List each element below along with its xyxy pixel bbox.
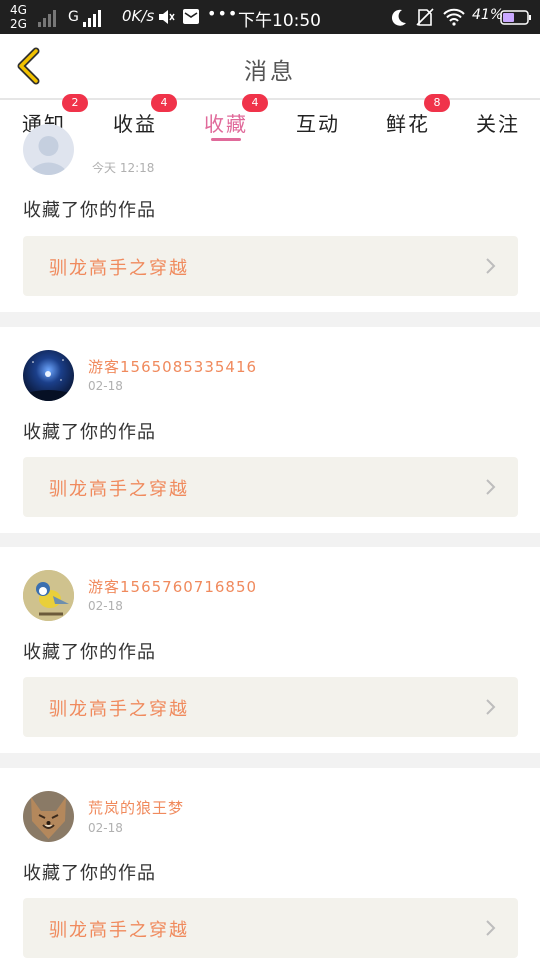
moon-icon xyxy=(391,9,406,26)
chevron-right-icon xyxy=(486,920,496,936)
battery-icon xyxy=(500,10,531,25)
chevron-right-icon xyxy=(486,479,496,495)
username[interactable]: 游客1565085335416 xyxy=(88,356,257,377)
message-card: 游客1565085335416 02-18 收藏了你的作品 驯龙高手之穿越 xyxy=(0,327,540,533)
signal-icon-2 xyxy=(83,9,101,27)
wolf-avatar[interactable] xyxy=(23,791,74,842)
network-speed: 0K/s xyxy=(122,7,155,25)
message-action: 收藏了你的作品 xyxy=(23,642,156,663)
notifications-badge: 2 xyxy=(62,94,88,112)
message-action: 收藏了你的作品 xyxy=(23,200,156,221)
network-4g-label: 4G xyxy=(10,3,27,17)
earnings-badge: 4 xyxy=(151,94,177,112)
page-title: 消息 xyxy=(244,59,296,85)
work-title: 驯龙高手之穿越 xyxy=(49,699,189,720)
battery-percent: 41% xyxy=(472,7,504,23)
signal-icon-1 xyxy=(38,9,56,27)
username[interactable]: 游客1565760716850 xyxy=(88,576,257,597)
wifi-icon xyxy=(443,8,465,26)
message-date: 02-18 xyxy=(88,379,123,393)
bird-avatar[interactable] xyxy=(23,570,74,621)
work-link[interactable]: 驯龙高手之穿越 xyxy=(23,898,518,958)
chevron-right-icon xyxy=(486,258,496,274)
network-2g-label: 2G xyxy=(10,17,27,31)
message-date: 02-18 xyxy=(88,821,123,835)
favorites-badge: 4 xyxy=(242,94,268,112)
more-dots: ••• xyxy=(207,4,239,23)
username[interactable]: 荒岚的狼王梦 xyxy=(88,797,184,818)
network-type: 4G 2G xyxy=(10,3,27,31)
message-date: 今天 12:18 xyxy=(92,161,155,175)
tab-bar: 通知 2 收益 4 收藏 4 互动 鲜花 8 关注 xyxy=(0,94,540,144)
active-tab-indicator xyxy=(211,138,241,141)
status-bar: 4G 2G G 0K/s ••• 下午10:50 41% xyxy=(0,0,540,34)
work-title: 驯龙高手之穿越 xyxy=(49,258,189,279)
message-card: 荒岚的狼王梦 02-18 收藏了你的作品 驯龙高手之穿越 xyxy=(0,768,540,960)
tab-following[interactable]: 关注 xyxy=(476,108,520,137)
tab-earnings[interactable]: 收益 xyxy=(113,108,157,137)
network-g-label: G xyxy=(68,9,79,25)
message-action: 收藏了你的作品 xyxy=(23,863,156,884)
message-card: 今天 12:18 收藏了你的作品 驯龙高手之穿越 xyxy=(0,124,540,312)
clock: 下午10:50 xyxy=(238,11,321,31)
work-link[interactable]: 驯龙高手之穿越 xyxy=(23,457,518,517)
flowers-badge: 8 xyxy=(424,94,450,112)
work-link[interactable]: 驯龙高手之穿越 xyxy=(23,677,518,737)
tab-flowers[interactable]: 鲜花 xyxy=(386,108,430,137)
message-action: 收藏了你的作品 xyxy=(23,422,156,443)
default-avatar[interactable] xyxy=(23,124,74,175)
mute-icon xyxy=(159,10,175,24)
message-card: 游客1565760716850 02-18 收藏了你的作品 驯龙高手之穿越 xyxy=(0,547,540,753)
night-sky-avatar[interactable] xyxy=(23,350,74,401)
work-title: 驯龙高手之穿越 xyxy=(49,479,189,500)
app-header: 消息 xyxy=(0,34,540,98)
work-link[interactable]: 驯龙高手之穿越 xyxy=(23,236,518,296)
tab-favorites[interactable]: 收藏 xyxy=(204,108,248,137)
message-date: 02-18 xyxy=(88,599,123,613)
tab-interactions[interactable]: 互动 xyxy=(296,108,340,137)
work-title: 驯龙高手之穿越 xyxy=(49,920,189,941)
mail-icon xyxy=(183,9,199,24)
no-sim-icon xyxy=(416,8,434,26)
chevron-right-icon xyxy=(486,699,496,715)
